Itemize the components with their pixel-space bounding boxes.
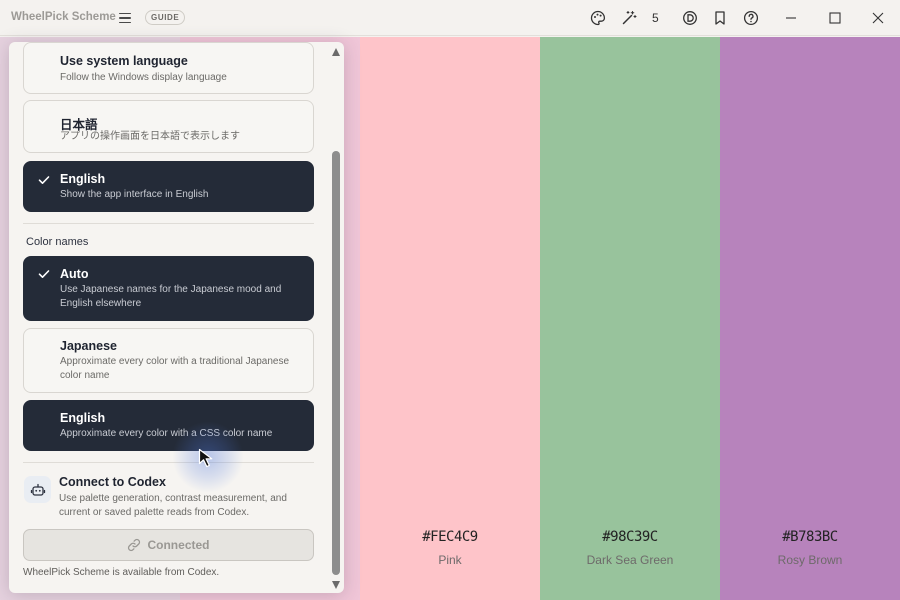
check-icon bbox=[38, 270, 50, 278]
title-bar: WheelPick Scheme GUIDE 5 bbox=[0, 0, 900, 36]
language-option-system[interactable]: Use system language Follow the Windows d… bbox=[23, 42, 314, 94]
link-icon bbox=[128, 538, 141, 552]
color-names-section-label: Color names bbox=[26, 236, 89, 248]
scroll-up-icon[interactable] bbox=[332, 48, 340, 56]
swatch-color-name: Dark Sea Green bbox=[586, 553, 674, 567]
settings-scroll-content: Use system language Follow the Windows d… bbox=[9, 42, 329, 593]
option-title: Use system language bbox=[60, 54, 188, 68]
connected-button-label: Connected bbox=[147, 538, 210, 552]
option-description: Approximate every color with a tradition… bbox=[60, 356, 290, 381]
magic-wand-icon[interactable] bbox=[620, 9, 638, 27]
option-description: Follow the Windows display language bbox=[60, 72, 227, 83]
language-option-japanese[interactable]: 日本語 アプリの操作画面を日本語で表示します bbox=[23, 100, 314, 153]
close-icon[interactable] bbox=[866, 6, 890, 30]
minimize-icon[interactable] bbox=[779, 6, 803, 30]
color-names-option-japanese[interactable]: Japanese Approximate every color with a … bbox=[23, 328, 314, 393]
scroll-thumb[interactable] bbox=[332, 151, 340, 575]
section-divider bbox=[23, 462, 314, 463]
swatch-color-name: Pink bbox=[438, 553, 462, 567]
option-description: Show the app interface in English bbox=[60, 189, 209, 200]
check-icon bbox=[38, 176, 50, 184]
color-blind-icon[interactable] bbox=[681, 9, 699, 27]
connect-codex-description: Use palette generation, contrast measure… bbox=[59, 493, 287, 518]
swatch-color-name: Rosy Brown bbox=[777, 553, 843, 567]
settings-panel: Use system language Follow the Windows d… bbox=[9, 42, 344, 593]
option-title: English bbox=[60, 411, 106, 425]
swatch-hex[interactable]: #B783BC bbox=[720, 529, 900, 545]
option-title: Japanese bbox=[60, 339, 117, 353]
connected-button[interactable]: Connected bbox=[23, 529, 314, 561]
swatch-rosy-brown[interactable]: #B783BC Rosy Brown bbox=[720, 37, 900, 600]
swatch-hex[interactable]: #98C39C bbox=[540, 529, 720, 545]
hamburger-menu-icon[interactable] bbox=[116, 9, 134, 27]
swatch-pink[interactable]: #FEC4C9 Pink bbox=[360, 37, 540, 600]
language-option-english[interactable]: English Show the app interface in Englis… bbox=[23, 161, 314, 212]
swatch-hex[interactable]: #FEC4C9 bbox=[360, 529, 540, 545]
option-description: Approximate every color with a CSS color… bbox=[60, 428, 273, 439]
settings-scrollbar[interactable] bbox=[329, 42, 344, 593]
help-icon[interactable] bbox=[742, 9, 760, 27]
option-title: Auto bbox=[60, 267, 89, 281]
swatch-dark-sea-green[interactable]: #98C39C Dark Sea Green bbox=[540, 37, 720, 600]
guide-button[interactable]: GUIDE bbox=[145, 10, 186, 25]
app-title: WheelPick Scheme bbox=[11, 11, 116, 23]
color-names-option-english[interactable]: English Approximate every color with a C… bbox=[23, 400, 314, 451]
palette-icon[interactable] bbox=[589, 9, 607, 27]
option-title: English bbox=[60, 172, 106, 186]
color-names-option-auto[interactable]: Auto Use Japanese names for the Japanese… bbox=[23, 256, 314, 321]
scroll-down-icon[interactable] bbox=[332, 581, 340, 589]
maximize-icon[interactable] bbox=[823, 6, 847, 30]
codex-availability-note: WheelPick Scheme is available from Codex… bbox=[23, 567, 220, 578]
option-description: アプリの操作画面を日本語で表示します bbox=[60, 131, 240, 142]
option-description: Use Japanese names for the Japanese mood… bbox=[60, 284, 282, 309]
connect-codex-title: Connect to Codex bbox=[59, 475, 166, 489]
bookmark-icon[interactable] bbox=[711, 9, 729, 27]
section-divider bbox=[23, 223, 314, 224]
robot-icon bbox=[24, 476, 51, 503]
saved-count: 5 bbox=[652, 11, 659, 25]
